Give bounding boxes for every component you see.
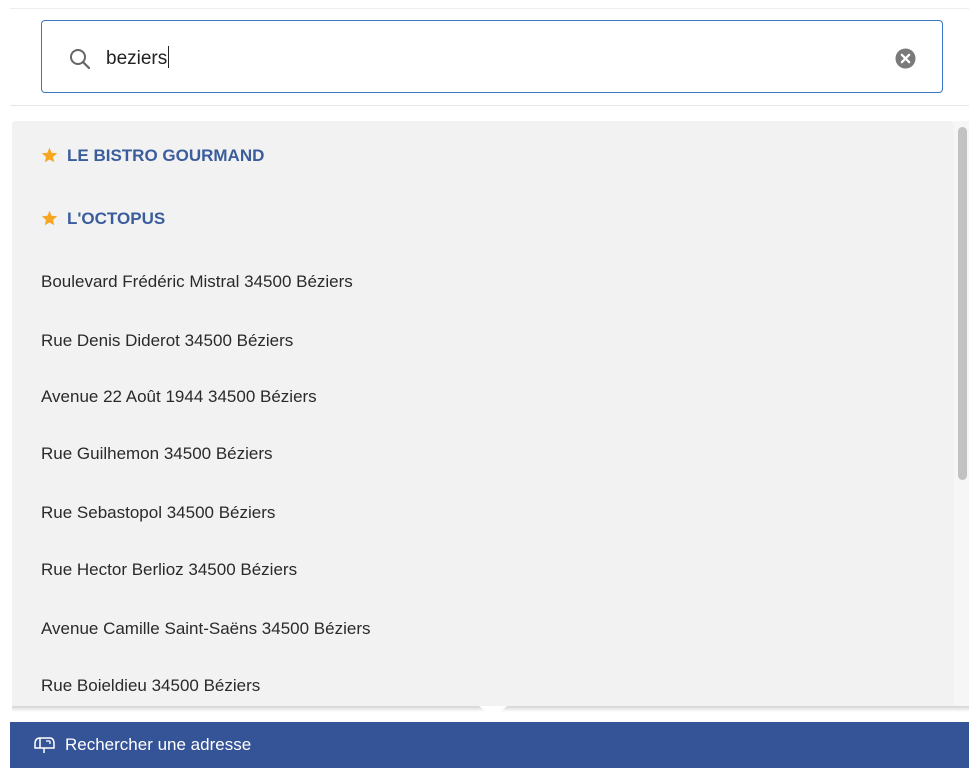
address-suggestion-item[interactable]: Rue Sebastopol 34500 Béziers [41, 498, 275, 528]
favorite-suggestion-label: L'OCTOPUS [67, 209, 166, 228]
search-field[interactable]: beziers [41, 20, 943, 93]
star-icon [41, 210, 58, 226]
address-suggestion-item[interactable]: Avenue 22 Août 1944 34500 Béziers [41, 382, 317, 412]
header-divider [10, 105, 969, 106]
favorite-suggestion-item[interactable]: LE BISTRO GOURMAND [41, 141, 264, 171]
address-search-page: beziers LE BISTRO GOURMAND L'OCTOPUS Bou… [0, 0, 969, 768]
address-suggestion-item[interactable]: Boulevard Frédéric Mistral 34500 Béziers [41, 267, 353, 297]
search-address-label: Rechercher une adresse [65, 735, 252, 754]
top-divider [10, 8, 969, 9]
address-suggestion-item[interactable]: Avenue Camille Saint-Saëns 34500 Béziers [41, 614, 371, 644]
search-icon [70, 49, 91, 70]
favorite-suggestion-label: LE BISTRO GOURMAND [67, 146, 265, 165]
address-suggestion-item[interactable]: Rue Guilhemon 34500 Béziers [41, 439, 273, 469]
clear-icon[interactable] [895, 48, 916, 69]
search-address-bar[interactable]: Rechercher une adresse [10, 722, 969, 768]
address-suggestion-item[interactable]: Rue Hector Berlioz 34500 Béziers [41, 555, 297, 585]
favorite-suggestion-item[interactable]: L'OCTOPUS [41, 204, 165, 234]
address-suggestion-item[interactable]: Rue Denis Diderot 34500 Béziers [41, 326, 293, 356]
panel-pointer-notch [479, 706, 507, 718]
search-input-value: beziers [106, 48, 168, 69]
star-icon [41, 147, 58, 163]
mailbox-icon [34, 737, 55, 753]
suggestions-dropdown: LE BISTRO GOURMAND L'OCTOPUS Boulevard F… [12, 121, 954, 708]
scrollbar-thumb[interactable] [958, 127, 967, 480]
address-suggestion-item[interactable]: Rue Boieldieu 34500 Béziers [41, 671, 260, 701]
search-input[interactable]: beziers [106, 46, 170, 70]
text-caret [168, 46, 170, 68]
